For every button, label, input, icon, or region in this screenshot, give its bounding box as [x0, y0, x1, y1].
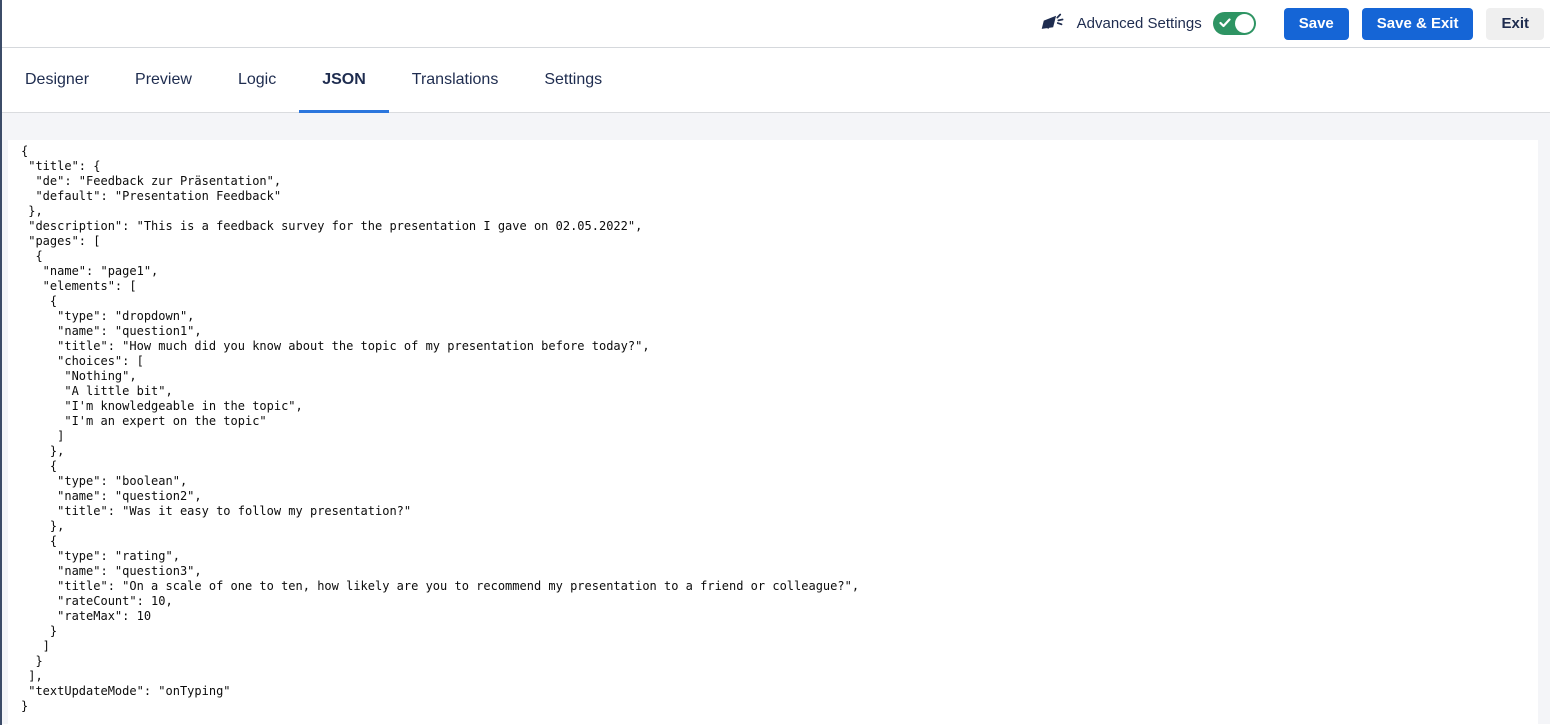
window-left-edge [0, 0, 2, 725]
toggle-knob [1234, 14, 1254, 33]
megaphone-icon [1041, 13, 1064, 29]
advanced-settings-label: Advanced Settings [1076, 15, 1202, 32]
tab-designer[interactable]: Designer [2, 48, 112, 112]
save-and-exit-button[interactable]: Save & Exit [1361, 7, 1474, 40]
json-editor-panel[interactable]: { "title": { "de": "Feedback zur Präsent… [8, 140, 1538, 724]
content-area: { "title": { "de": "Feedback zur Präsent… [0, 113, 1550, 724]
save-button[interactable]: Save [1283, 7, 1349, 40]
tab-translations[interactable]: Translations [389, 48, 522, 112]
advanced-settings-group: Advanced Settings [1039, 11, 1256, 36]
tab-bar: Designer Preview Logic JSON Translations… [0, 48, 1550, 113]
advanced-settings-toggle[interactable] [1212, 12, 1256, 35]
tab-settings[interactable]: Settings [521, 48, 625, 112]
check-icon [1219, 18, 1231, 28]
tab-json[interactable]: JSON [299, 48, 389, 113]
exit-button[interactable]: Exit [1486, 7, 1544, 40]
json-editor-content[interactable]: { "title": { "de": "Feedback zur Präsent… [21, 144, 1530, 714]
tab-preview[interactable]: Preview [112, 48, 215, 112]
tab-logic[interactable]: Logic [215, 48, 299, 112]
top-bar: Advanced Settings Save Save & Exit Exit [0, 0, 1550, 48]
